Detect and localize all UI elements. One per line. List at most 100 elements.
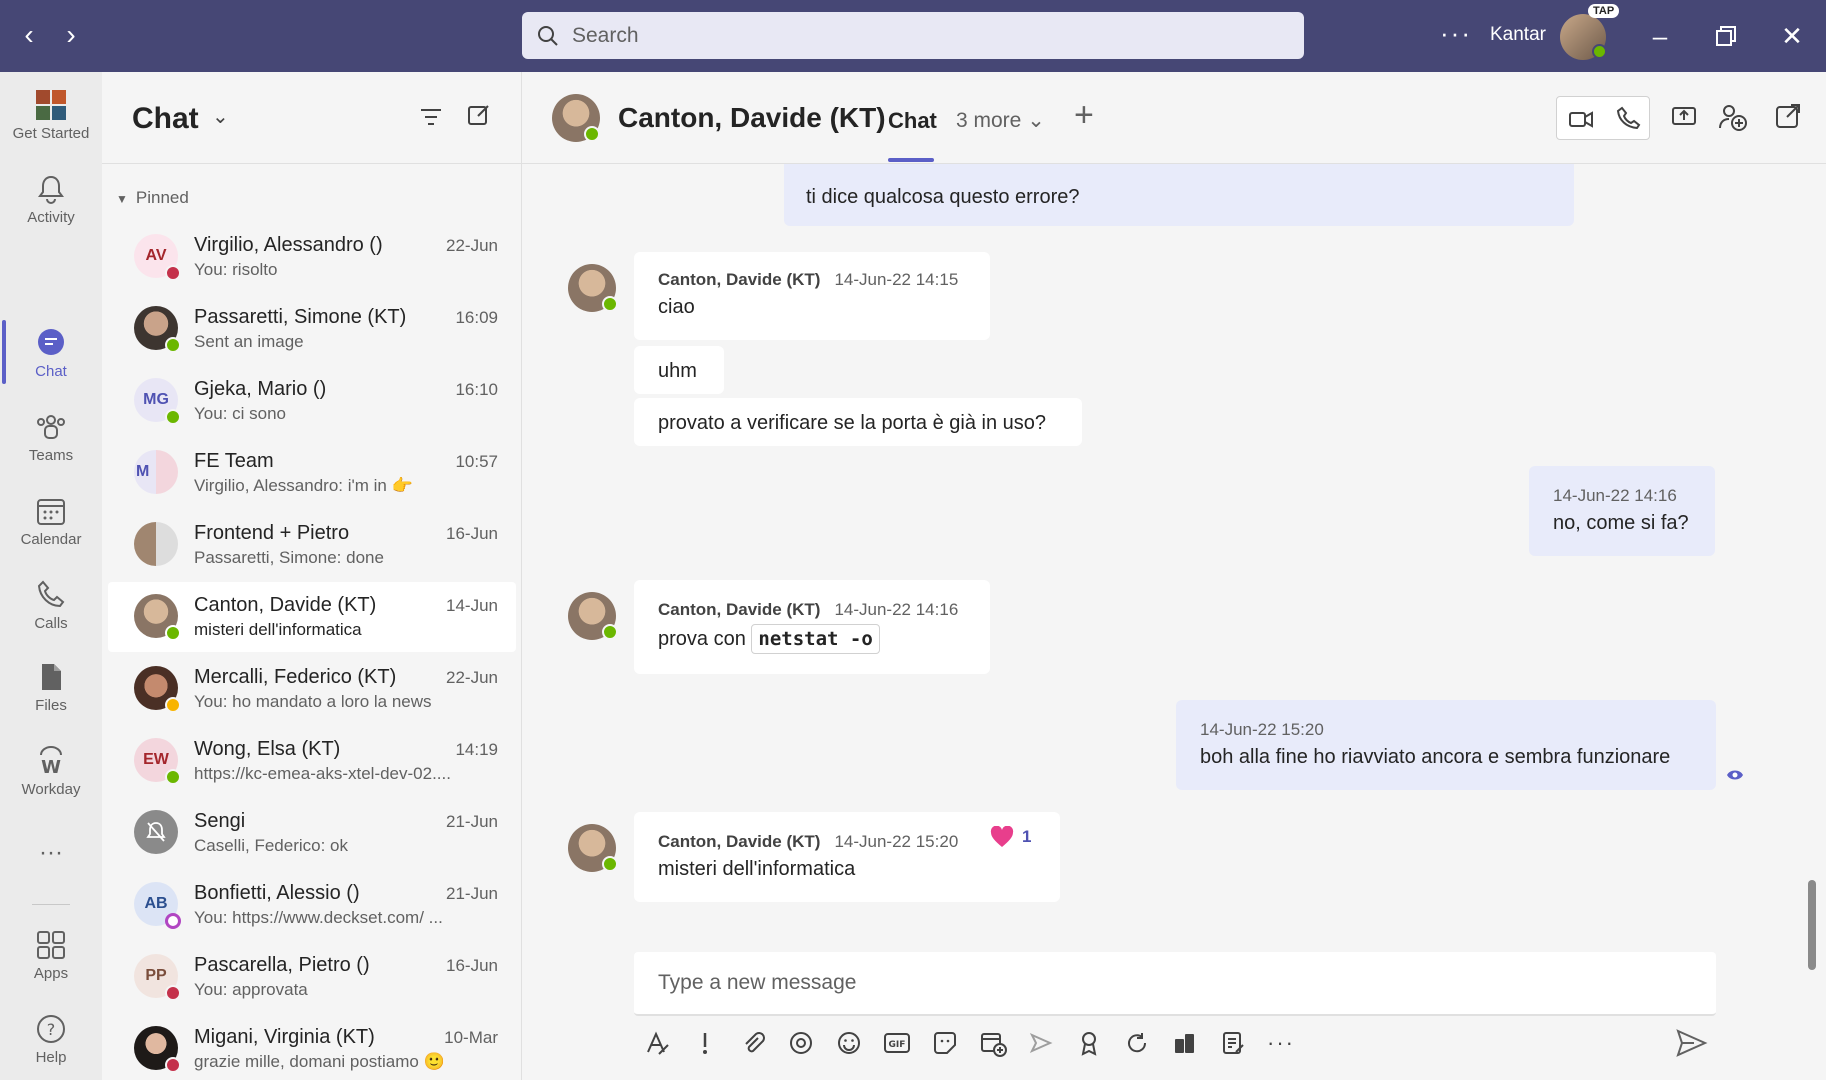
reaction[interactable]: 1 xyxy=(990,826,1031,848)
message-bubble-self[interactable]: ti dice qualcosa questo errore? xyxy=(784,164,1574,226)
chat-list-item[interactable]: MG Gjeka, Mario () You: ci sono 16:10 xyxy=(108,366,516,436)
chat-list-item[interactable]: EW Wong, Elsa (KT) https://kc-emea-aks-x… xyxy=(108,726,516,796)
message-bubble-self[interactable]: 14-Jun-22 14:16 no, come si fa? xyxy=(1529,466,1715,556)
chat-list-item[interactable]: AB Bonfietti, Alessio () You: https://ww… xyxy=(108,870,516,940)
chat-name: Migani, Virginia (KT) xyxy=(194,1026,375,1048)
presence-available-icon xyxy=(602,624,618,640)
chat-time: 16:09 xyxy=(455,308,498,327)
add-tab-button[interactable]: + xyxy=(1074,96,1094,135)
rail-item-workday[interactable]: W Workday xyxy=(0,732,102,810)
chat-list-item[interactable]: Migani, Virginia (KT) grazie mille, doma… xyxy=(108,1014,516,1080)
praise-icon[interactable] xyxy=(1072,1026,1106,1060)
rail-label: Calendar xyxy=(20,530,82,548)
chat-list-item-selected[interactable]: Canton, Davide (KT) misteri dell'informa… xyxy=(108,582,516,652)
rail-item-activity[interactable]: Activity xyxy=(0,160,102,238)
message-bubble-self[interactable]: 14-Jun-22 15:20 boh alla fine ho riavvia… xyxy=(1176,700,1716,790)
chat-icon xyxy=(38,328,64,355)
emoji-icon[interactable] xyxy=(832,1026,866,1060)
chat-preview: You: risolto xyxy=(194,260,278,279)
app-rail: Get Started Activity Chat Teams Calendar… xyxy=(0,72,102,1080)
forward-arrow-icon[interactable]: › xyxy=(56,20,86,52)
message-text: provato a verificare se la porta è già i… xyxy=(658,412,1046,434)
share-screen-icon[interactable] xyxy=(1670,102,1698,130)
chat-time: 14-Jun xyxy=(446,596,498,615)
stream-icon[interactable] xyxy=(1024,1026,1058,1060)
rail-item-chat[interactable]: Chat xyxy=(0,314,102,392)
chat-list-item[interactable]: Passaretti, Simone (KT) Sent an image 16… xyxy=(108,294,516,364)
close-icon[interactable]: ✕ xyxy=(1772,16,1812,56)
message-text: ti dice qualcosa questo errore? xyxy=(806,186,1080,208)
chat-list-title[interactable]: Chat xyxy=(132,102,199,136)
contact-name: Canton, Davide (KT) xyxy=(618,102,886,133)
message-text: misteri dell'informatica xyxy=(658,858,856,880)
muted-bell-icon xyxy=(134,810,178,854)
scrollbar-thumb[interactable] xyxy=(1808,880,1816,970)
org-name[interactable]: Kantar xyxy=(1490,24,1546,46)
filter-icon[interactable] xyxy=(418,104,444,130)
pop-out-icon[interactable] xyxy=(1774,102,1802,130)
tab-chat[interactable]: Chat xyxy=(888,108,937,134)
rail-item-calendar[interactable]: Calendar xyxy=(0,482,102,560)
rail-item-calls[interactable]: Calls xyxy=(0,566,102,644)
chat-list-item[interactable]: M FE Team Virgilio, Alessandro: i'm in 👉… xyxy=(108,438,516,508)
reaction-count: 1 xyxy=(1022,827,1032,846)
chat-preview: You: ho mandato a loro la news xyxy=(194,692,432,711)
loop-icon[interactable] xyxy=(784,1026,818,1060)
rail-label: Teams xyxy=(28,446,74,464)
back-arrow-icon[interactable]: ‹ xyxy=(14,20,44,52)
pinned-section-label[interactable]: ▼ Pinned xyxy=(116,188,189,208)
message-bubble-other[interactable]: uhm xyxy=(634,346,724,394)
message-bubble-other[interactable]: Canton, Davide (KT) 14-Jun-22 15:20 miste… xyxy=(634,812,1060,902)
important-icon[interactable] xyxy=(688,1026,722,1060)
chat-name: Pascarella, Pietro () xyxy=(194,954,370,976)
rail-item-get-started[interactable]: Get Started xyxy=(0,76,102,154)
rail-item-apps[interactable]: Apps xyxy=(0,916,102,994)
chat-list-item[interactable]: Mercalli, Federico (KT) You: ho mandato … xyxy=(108,654,516,724)
more-options-icon[interactable]: ··· xyxy=(1264,1026,1298,1060)
search-placeholder: Search xyxy=(572,23,639,47)
chat-time: 22-Jun xyxy=(446,236,498,255)
chat-name: Canton, Davide (KT) xyxy=(194,594,377,616)
rail-item-files[interactable]: Files xyxy=(0,648,102,726)
rail-label: Files xyxy=(35,696,67,714)
rail-item-more[interactable]: ··· xyxy=(0,814,102,892)
message-bubble-other[interactable]: Canton, Davide (KT) 14-Jun-22 14:15 ciao xyxy=(634,252,990,340)
more-options-icon[interactable]: ··· xyxy=(1440,18,1472,49)
message-sender: Canton, Davide (KT) xyxy=(658,270,821,289)
inline-code: netstat -o xyxy=(751,624,880,654)
message-input-placeholder: Type a new message xyxy=(658,971,857,994)
message-bubble-other[interactable]: Canton, Davide (KT) 14-Jun-22 14:16 prova… xyxy=(634,580,990,674)
compose-icon[interactable] xyxy=(466,102,492,128)
rail-item-help[interactable]: ? Help xyxy=(0,1000,102,1078)
chevron-down-icon[interactable]: ⌄ xyxy=(212,104,229,129)
attach-icon[interactable] xyxy=(736,1026,770,1060)
format-icon[interactable] xyxy=(640,1026,674,1060)
audio-call-icon[interactable] xyxy=(1615,105,1641,136)
tab-more[interactable]: 3 more ⌄ xyxy=(956,108,1045,133)
workday-icon: W xyxy=(40,745,62,777)
restore-icon[interactable] xyxy=(1706,16,1746,56)
chat-list-item[interactable]: Frontend + Pietro Passaretti, Simone: do… xyxy=(108,510,516,580)
refresh-icon[interactable] xyxy=(1120,1026,1154,1060)
rail-item-teams[interactable]: Teams xyxy=(0,398,102,476)
chat-list-item[interactable]: AV Virgilio, Alessandro () You: risolto … xyxy=(108,222,516,292)
message-input[interactable]: Type a new message xyxy=(634,952,1716,1016)
add-people-icon[interactable] xyxy=(1718,102,1748,132)
chat-list-item[interactable]: PP Pascarella, Pietro () You: approvata … xyxy=(108,942,516,1012)
chat-name: Passaretti, Simone (KT) xyxy=(194,306,407,328)
presence-available-icon xyxy=(165,625,181,641)
schedule-meeting-icon[interactable] xyxy=(976,1026,1010,1060)
minimize-icon[interactable]: – xyxy=(1640,16,1680,56)
forms-icon[interactable] xyxy=(1216,1026,1250,1060)
svg-text:W: W xyxy=(41,757,61,777)
presence-busy-icon xyxy=(165,265,181,281)
search-input[interactable]: Search xyxy=(522,12,1304,59)
sticker-icon[interactable] xyxy=(928,1026,962,1060)
approvals-icon[interactable] xyxy=(1168,1026,1202,1060)
video-call-icon[interactable] xyxy=(1567,105,1595,138)
send-button[interactable] xyxy=(1674,1026,1708,1065)
gif-icon[interactable]: GIF xyxy=(880,1026,914,1060)
presence-available-icon xyxy=(602,296,618,312)
message-bubble-other[interactable]: provato a verificare se la porta è già i… xyxy=(634,398,1082,446)
chat-list-item[interactable]: Sengi Caselli, Federico: ok 21-Jun xyxy=(108,798,516,868)
